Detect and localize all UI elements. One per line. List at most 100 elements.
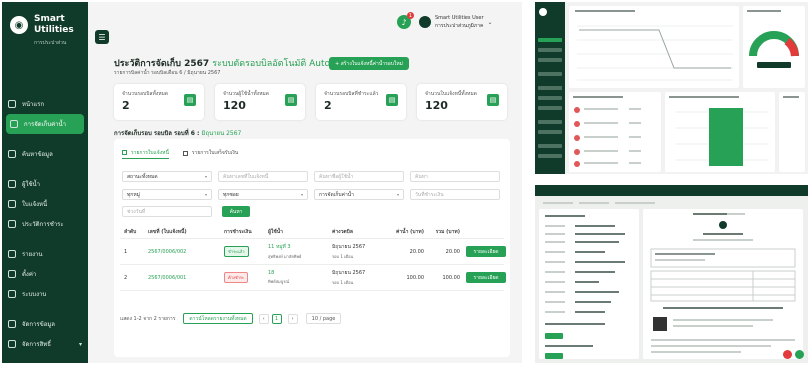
thumb-tabs bbox=[543, 200, 663, 206]
logo-icon: ◉ bbox=[10, 16, 28, 34]
invoice-link[interactable]: 2567/0006/002 bbox=[148, 249, 224, 255]
thumb-side-panel bbox=[779, 92, 805, 172]
chevron-down-icon: ▾ bbox=[300, 192, 303, 197]
logo-icon bbox=[539, 8, 547, 16]
thumb-nav-item bbox=[538, 154, 562, 158]
next-page-button[interactable]: › bbox=[287, 313, 298, 324]
sidebar-item-reports[interactable]: รายงาน bbox=[2, 244, 88, 264]
page-title-highlight: ระบบตัดรอบบิลอัตโนมัติ Auto bbox=[212, 59, 331, 69]
dashboard-thumbnail bbox=[535, 2, 808, 174]
thumb-nav-item bbox=[538, 144, 562, 148]
detail-button[interactable]: รายละเอียด bbox=[466, 272, 506, 283]
document-icon: ▤ bbox=[285, 94, 297, 106]
invoice-table: ลำดับ เลขที่ (ใบแจ้งหนี้) การชำระเงิน ผู… bbox=[120, 225, 506, 291]
stat-card: จำนวนใบแจ้งหนี้ทั้งหมด 120 ▤ bbox=[417, 84, 507, 120]
sidebar-item-payments[interactable]: ประวัติการชำระ bbox=[2, 214, 88, 234]
stat-value: 2 bbox=[122, 99, 130, 112]
database-icon bbox=[8, 320, 16, 328]
keyword-input[interactable]: ค้นหา bbox=[410, 171, 500, 182]
sidebar: ◉ Smart Utilities การประปาส่วนภูมิภาค หน… bbox=[2, 2, 88, 363]
village-select[interactable]: ทุกหมู่ ▾ bbox=[122, 189, 212, 200]
status-badge: ชำระแล้ว bbox=[224, 246, 249, 257]
document-icon: ▤ bbox=[487, 94, 499, 106]
status-select[interactable]: สถานะทั้งหมด ▾ bbox=[122, 171, 212, 182]
page-title: ประวัติการจัดเก็บ 2567 ระบบตัดรอบบิลอัตโ… bbox=[114, 59, 331, 69]
collage: ◉ Smart Utilities การประปาส่วนภูมิภาค หน… bbox=[0, 0, 810, 365]
sidebar-item-billing[interactable]: การจัดเก็บค่าน้ำ bbox=[6, 114, 84, 134]
sidebar-item-invoices[interactable]: ใบแจ้งหนี้ bbox=[2, 194, 88, 214]
payment-date-input[interactable]: วันที่ชำระเงิน bbox=[410, 189, 500, 200]
thumb-list-graphic bbox=[573, 96, 641, 167]
thumb-nav-item bbox=[538, 58, 562, 62]
tab-bar: รายการใบแจ้งหนี้ รายการใบเสร็จรับเงิน bbox=[122, 147, 252, 159]
sidebar-item-home[interactable]: หน้าแรก bbox=[2, 94, 88, 114]
sidebar-item-system[interactable]: ระบบงาน bbox=[2, 284, 88, 304]
document-icon: ▤ bbox=[184, 94, 196, 106]
notification-button[interactable]: ♪ 1 bbox=[397, 12, 414, 29]
sidebar-item-settings[interactable]: ตั้งค่า bbox=[2, 264, 88, 284]
avatar bbox=[419, 16, 431, 28]
sidebar-item-permissions[interactable]: จัดการสิทธิ์ ▾ bbox=[2, 334, 88, 354]
thumb-line-chart bbox=[569, 6, 739, 88]
tab-receipts[interactable]: รายการใบเสร็จรับเงิน bbox=[182, 147, 238, 159]
create-invoice-button[interactable]: + สร้างใบแจ้งหนี้ค่าน้ำรอบใหม่ bbox=[329, 57, 409, 70]
stat-value: 120 bbox=[425, 99, 448, 112]
thumb-nav-item bbox=[538, 106, 562, 110]
bill-detail-thumbnail bbox=[535, 185, 808, 363]
thumb-nav-item bbox=[538, 96, 562, 100]
thumb-gauge-graphic bbox=[747, 10, 799, 68]
billing-icon bbox=[10, 120, 18, 128]
report-icon bbox=[8, 250, 16, 258]
page-subtitle: รายการบิลค่าน้ำ รอบบิลเดือน 6 / มิถุนายน… bbox=[114, 70, 221, 76]
invoice-search-input[interactable]: ค้นหาเลขที่ใบแจ้งหนี้ bbox=[218, 171, 308, 182]
stat-label: จำนวนผู้ใช้น้ำทั้งหมด bbox=[223, 91, 269, 97]
sidebar-item-users[interactable]: ผู้ใช้น้ำ bbox=[2, 174, 88, 194]
page-size-select[interactable]: 10 / page bbox=[305, 313, 342, 324]
search-button[interactable]: ค้นหา bbox=[222, 206, 250, 217]
stat-label: จำนวนรอบบิลที่ชำระแล้ว bbox=[324, 91, 379, 97]
thumb-nav-item bbox=[538, 86, 562, 90]
meter-link[interactable]: 11 หมู่ที่ 3 bbox=[268, 244, 291, 250]
lock-icon bbox=[8, 340, 16, 348]
current-page[interactable]: 1 bbox=[271, 313, 282, 324]
tab-invoices[interactable]: รายการใบแจ้งหนี้ bbox=[122, 147, 169, 159]
thumb-list bbox=[569, 92, 661, 172]
user-menu[interactable]: Smart Utilities User การประปาส่วนภูมิภาค… bbox=[419, 14, 493, 30]
chevron-down-icon: ⌄ bbox=[487, 18, 493, 26]
brand-line2: Utilities bbox=[34, 25, 74, 35]
sidebar-item-search[interactable]: ค้นหาข้อมูล bbox=[2, 144, 88, 164]
thumb-gauge bbox=[743, 6, 805, 88]
invoice-link[interactable]: 2567/0006/001 bbox=[148, 275, 224, 281]
date-range-input[interactable]: ช่วงวันที่ bbox=[122, 206, 212, 217]
alley-select[interactable]: ทุกซอย ▾ bbox=[218, 189, 308, 200]
thumb-sidebar bbox=[535, 2, 565, 174]
collection-select[interactable]: การจัดเก็บค่าน้ำ ▾ bbox=[314, 189, 404, 200]
thumb-bar-chart-graphic bbox=[669, 96, 769, 166]
user-search-input[interactable]: ค้นหาชื่อผู้ใช้น้ำ bbox=[314, 171, 404, 182]
table-header: ลำดับ เลขที่ (ใบแจ้งหนี้) การชำระเงิน ผู… bbox=[120, 225, 504, 239]
thumb-header bbox=[535, 185, 808, 196]
table-row: 1 2567/0006/002 ชำระแล้ว 11 หมู่ที่ 3 สุท… bbox=[120, 239, 506, 265]
history-icon bbox=[8, 220, 16, 228]
meter-link[interactable]: 18 bbox=[268, 270, 274, 276]
export-button[interactable]: ดาวน์โหลดรายงานทั้งหมด bbox=[183, 313, 253, 324]
prev-page-button[interactable]: ‹ bbox=[258, 313, 269, 324]
chevron-down-icon: ▾ bbox=[204, 192, 207, 197]
users-icon bbox=[8, 180, 16, 188]
topbar: ♪ 1 Smart Utilities User การประปาส่วนภูม… bbox=[397, 12, 493, 30]
menu-icon: ☰ bbox=[98, 32, 106, 42]
notification-badge: 1 bbox=[407, 12, 414, 19]
search-icon bbox=[8, 150, 16, 158]
detail-button[interactable]: รายละเอียด bbox=[466, 246, 506, 257]
pagination: แสดง 1-2 จาก 2 รายการ ดาวน์โหลดรายงานทั้… bbox=[120, 313, 342, 324]
main-screenshot: ◉ Smart Utilities การประปาส่วนภูมิภาค หน… bbox=[2, 2, 522, 363]
menu-toggle-button[interactable]: ☰ bbox=[95, 30, 109, 44]
thumb-fab-red bbox=[783, 350, 792, 359]
receipt-icon bbox=[182, 150, 188, 156]
stat-value: 120 bbox=[223, 99, 246, 112]
stat-card: จำนวนผู้ใช้น้ำทั้งหมด 120 ▤ bbox=[215, 84, 305, 120]
invoice-icon bbox=[8, 200, 16, 208]
document-icon bbox=[122, 150, 127, 155]
sidebar-item-data[interactable]: จัดการข้อมูล bbox=[2, 314, 88, 334]
system-icon bbox=[8, 290, 16, 298]
